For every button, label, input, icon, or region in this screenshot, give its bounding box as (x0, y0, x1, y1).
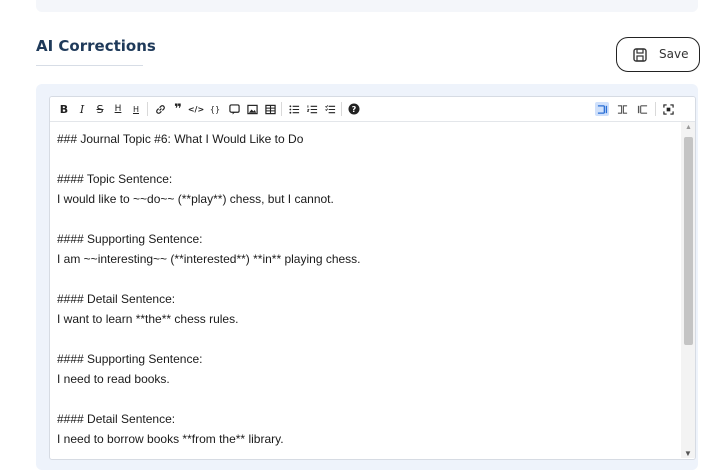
editor-scrollbar[interactable]: ▲ ▼ (681, 122, 695, 458)
edit-mode-button[interactable] (595, 102, 609, 116)
svg-text:?: ? (352, 105, 357, 114)
bullet-list-icon (288, 104, 299, 114)
split-view-icon (617, 104, 627, 114)
bold-button[interactable]: B (57, 102, 71, 116)
content-line: ### Journal Topic #6: What I Would Like … (57, 132, 304, 146)
fullscreen-button[interactable] (661, 102, 675, 116)
content-line: #### Detail Sentence: (57, 292, 176, 306)
scrollbar-thumb[interactable] (684, 137, 693, 345)
content-line: #### Supporting Sentence: (57, 352, 203, 366)
table-icon (264, 104, 276, 114)
content-line: I am ~~interesting~~ (**interested**) **… (57, 252, 361, 266)
heading-smaller-button[interactable]: H (129, 102, 143, 116)
editor-toolbar: B I S H H ❞ </> {} ? (50, 97, 695, 122)
editor-content[interactable]: ### Journal Topic #6: What I Would Like … (50, 122, 680, 458)
section-title: AI Corrections (36, 37, 156, 55)
editor-panel: B I S H H ❞ </> {} ? ### Journal Topic #… (36, 84, 698, 470)
checklist-icon (324, 104, 335, 113)
scroll-down-arrow-icon[interactable]: ▼ (684, 449, 692, 458)
markdown-editor: B I S H H ❞ </> {} ? ### Journal Topic #… (49, 96, 696, 460)
content-line: #### Topic Sentence: (57, 172, 173, 186)
preview-only-icon (637, 104, 647, 114)
link-icon (155, 104, 165, 114)
content-line: I need to read books. (57, 372, 170, 386)
content-line: I want to learn **the** chess rules. (57, 312, 239, 326)
fullscreen-icon (662, 103, 674, 115)
checklist-button[interactable] (323, 102, 337, 116)
code-block-button[interactable]: {} (208, 102, 222, 116)
save-button[interactable]: Save (616, 37, 700, 72)
content-line: #### Supporting Sentence: (57, 232, 203, 246)
table-button[interactable] (263, 102, 277, 116)
quote-button[interactable]: ❞ (171, 102, 185, 117)
comment-button[interactable] (227, 102, 241, 116)
toolbar-divider (147, 102, 148, 116)
title-divider (36, 65, 143, 66)
help-icon: ? (348, 103, 360, 115)
ordered-list-button[interactable] (305, 102, 319, 116)
toolbar-divider (341, 102, 342, 116)
link-button[interactable] (153, 102, 167, 116)
comment-icon (228, 103, 240, 115)
heading-button[interactable]: H (111, 102, 125, 116)
code-button[interactable]: </> (188, 102, 204, 116)
content-line: I need to borrow books **from the** libr… (57, 432, 284, 446)
editor-only-icon (597, 104, 607, 114)
content-line: #### Detail Sentence: (57, 412, 176, 426)
image-icon (246, 104, 258, 114)
save-icon (633, 48, 647, 62)
bullet-list-button[interactable] (287, 102, 301, 116)
previous-card (36, 0, 698, 12)
split-mode-button[interactable] (615, 102, 629, 116)
save-label: Save (659, 47, 689, 61)
toolbar-divider (281, 102, 282, 116)
ordered-list-icon (306, 104, 317, 113)
preview-mode-button[interactable] (635, 102, 649, 116)
help-button[interactable]: ? (347, 102, 361, 116)
content-line: I would like to ~~do~~ (**play**) chess,… (57, 192, 334, 206)
toolbar-divider (655, 102, 656, 116)
scroll-up-arrow-icon[interactable]: ▲ (685, 124, 692, 131)
image-button[interactable] (245, 102, 259, 116)
italic-button[interactable]: I (75, 102, 89, 116)
strikethrough-button[interactable]: S (93, 102, 107, 116)
